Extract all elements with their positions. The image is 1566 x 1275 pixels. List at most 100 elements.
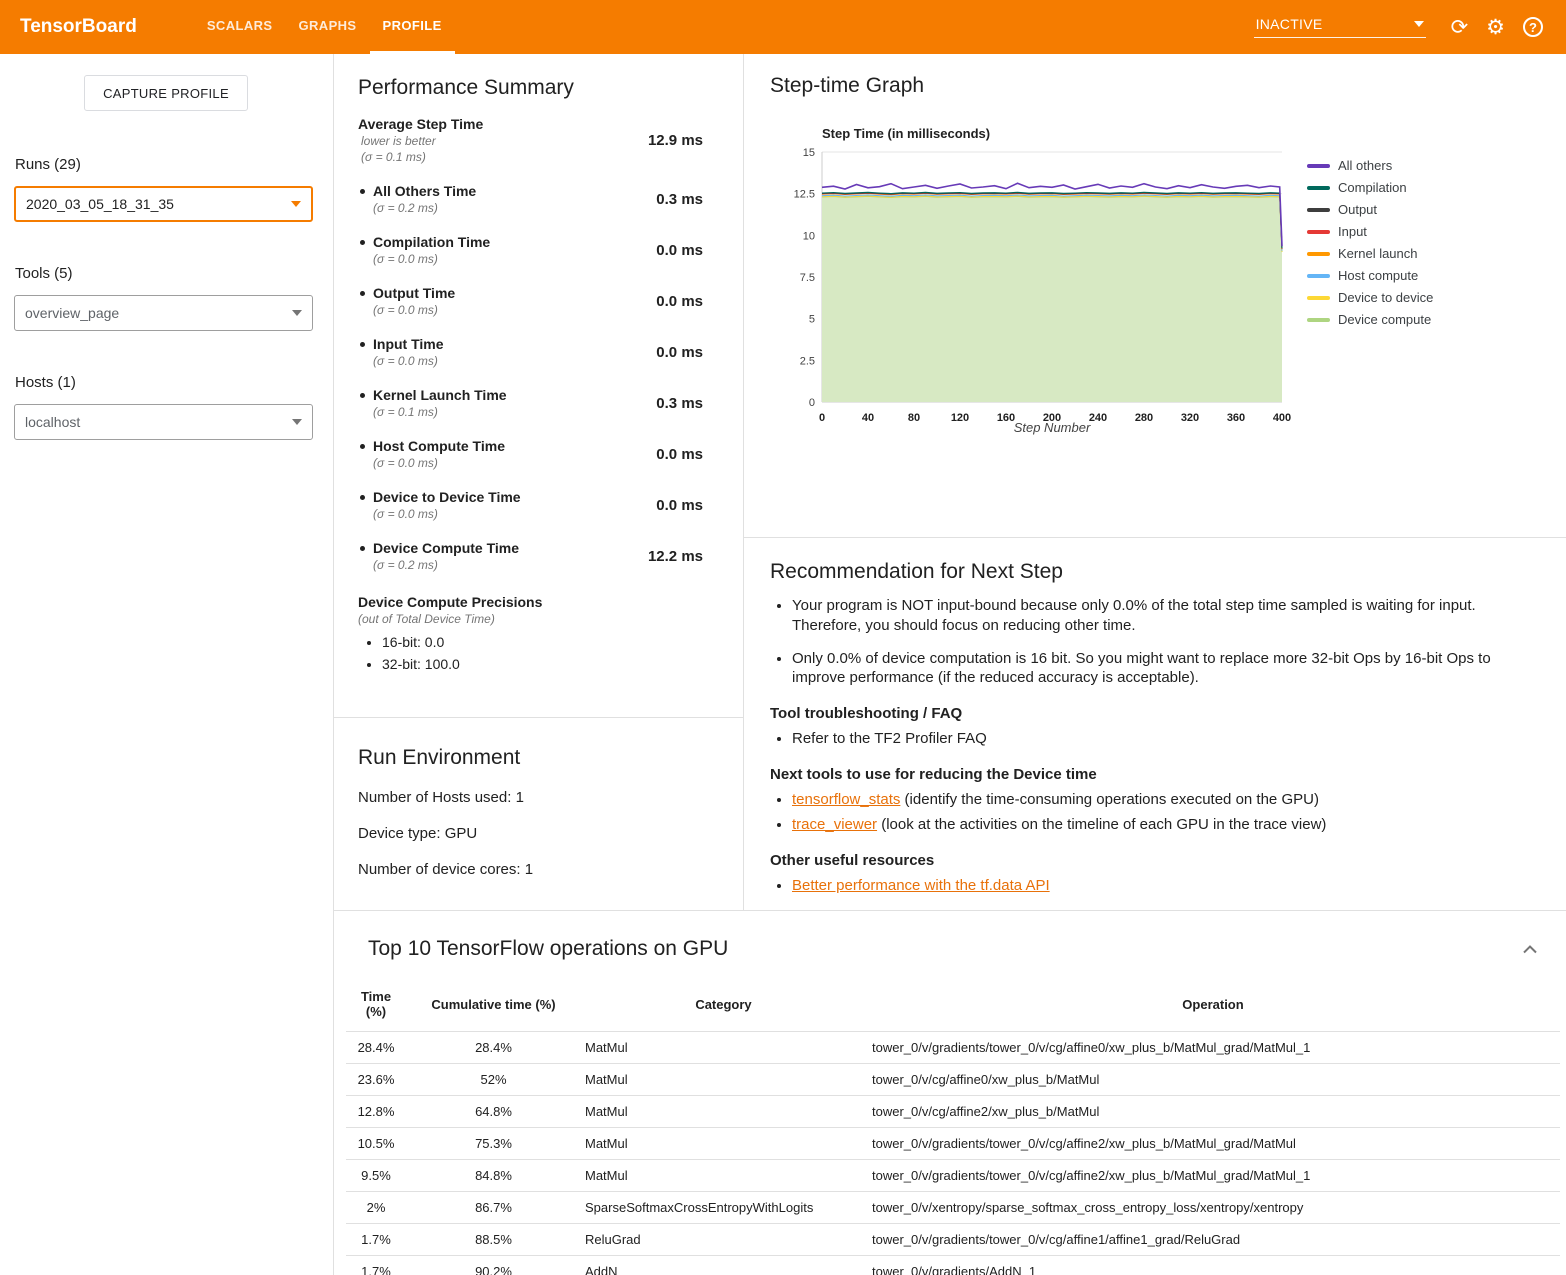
legend-item-all-others: All others xyxy=(1307,158,1433,173)
table-row: 28.4%28.4%MatMultower_0/v/gradients/towe… xyxy=(346,1032,1560,1064)
status-dropdown[interactable]: INACTIVE xyxy=(1254,16,1426,38)
metric-label: Device to Device Time xyxy=(358,489,521,505)
svg-text:320: 320 xyxy=(1181,412,1199,424)
metric-label: Host Compute Time xyxy=(358,438,505,454)
table-row: 10.5%75.3%MatMultower_0/v/gradients/towe… xyxy=(346,1128,1560,1160)
metric-value: 0.0 ms xyxy=(656,497,717,514)
precisions-label: Device Compute Precisions xyxy=(358,594,717,610)
collapse-icon[interactable] xyxy=(1522,945,1538,954)
metric-row: Output Time(σ = 0.0 ms)0.0 ms xyxy=(358,285,717,317)
table-row: 1.7%88.5%ReluGradtower_0/v/gradients/tow… xyxy=(346,1224,1560,1256)
ops-table: Time (%)Cumulative time (%)CategoryOpera… xyxy=(346,985,1560,1275)
legend-label: Output xyxy=(1338,202,1377,217)
recommendation-list: Your program is NOT input-bound because … xyxy=(770,596,1522,688)
legend-label: Compilation xyxy=(1338,180,1407,195)
metric-value: 0.3 ms xyxy=(656,395,717,412)
app-title: TensorBoard xyxy=(20,16,137,38)
svg-text:80: 80 xyxy=(908,412,920,424)
metric-label: Input Time xyxy=(358,336,444,352)
env-line: Number of Hosts used: 1 xyxy=(358,789,719,806)
legend-item-compilation: Compilation xyxy=(1307,180,1433,195)
step-time-graph-section: Step-time Graph 02.557.51012.51504080120… xyxy=(744,54,1566,538)
precisions-note: (out of Total Device Time) xyxy=(358,612,717,626)
tab-graphs[interactable]: GRAPHS xyxy=(285,0,369,54)
refresh-icon[interactable]: ⟳ xyxy=(1451,17,1469,38)
top-ops-section: Top 10 TensorFlow operations on GPU Time… xyxy=(334,910,1566,1275)
chart-legend: All others Compilation Output Input Kernel l… xyxy=(1307,158,1433,436)
metric-sigma: (σ = 0.0 ms) xyxy=(373,252,490,266)
bullet-icon xyxy=(360,444,365,449)
precision-item: 32-bit: 100.0 xyxy=(382,656,717,672)
legend-item-input: Input xyxy=(1307,224,1433,239)
legend-swatch xyxy=(1307,208,1330,212)
faq-item: Refer to the TF2 Profiler FAQ xyxy=(792,729,1522,749)
tools-select-value: overview_page xyxy=(25,305,119,321)
tool-item: trace_viewer (look at the activities on … xyxy=(792,815,1522,835)
chevron-down-icon xyxy=(291,201,301,207)
legend-item-host-compute: Host compute xyxy=(1307,268,1433,283)
svg-text:12.5: 12.5 xyxy=(794,189,815,201)
average-step-time-row: Average Step Time lower is better (σ = 0… xyxy=(358,116,717,164)
tab-profile[interactable]: PROFILE xyxy=(370,0,455,54)
legend-item-device-compute: Device compute xyxy=(1307,312,1433,327)
metric-sigma: (σ = 0.0 ms) xyxy=(373,354,444,368)
metric-value: 0.0 ms xyxy=(656,344,717,361)
svg-text:160: 160 xyxy=(997,412,1015,424)
legend-swatch xyxy=(1307,164,1330,168)
svg-text:280: 280 xyxy=(1135,412,1153,424)
chevron-down-icon xyxy=(292,419,302,425)
run-environment-title: Run Environment xyxy=(358,746,719,770)
tool-item: tensorflow_stats (identify the time-cons… xyxy=(792,790,1522,810)
status-dropdown-value: INACTIVE xyxy=(1256,16,1323,32)
legend-swatch xyxy=(1307,252,1330,256)
tool-item-description: (look at the activities on the timeline … xyxy=(877,816,1326,833)
tools-select[interactable]: overview_page xyxy=(14,295,313,331)
env-line: Number of device cores: 1 xyxy=(358,861,719,878)
help-icon[interactable]: ? xyxy=(1523,17,1543,37)
runs-select-value: 2020_03_05_18_31_35 xyxy=(26,196,174,212)
metric-label: Device Compute Time xyxy=(358,540,519,556)
legend-label: All others xyxy=(1338,158,1392,173)
legend-swatch xyxy=(1307,296,1330,300)
table-row: 2%86.7%SparseSoftmaxCrossEntropyWithLogi… xyxy=(346,1192,1560,1224)
svg-text:Step Time (in milliseconds): Step Time (in milliseconds) xyxy=(822,126,990,141)
tensorflow-stats-link[interactable]: tensorflow_stats xyxy=(792,791,900,808)
column-header: Time (%) xyxy=(346,985,406,1032)
recommendation-item: Only 0.0% of device computation is 16 bi… xyxy=(792,649,1522,689)
metric-sigma: (σ = 0.2 ms) xyxy=(373,201,476,215)
legend-swatch xyxy=(1307,274,1330,278)
metric-value: 12.2 ms xyxy=(648,548,717,565)
bullet-icon xyxy=(360,546,365,551)
metric-label: Output Time xyxy=(358,285,455,301)
metric-row: Kernel Launch Time(σ = 0.1 ms)0.3 ms xyxy=(358,387,717,419)
tool-item-description: (identify the time-consuming operations … xyxy=(900,791,1319,808)
legend-label: Input xyxy=(1338,224,1367,239)
svg-text:40: 40 xyxy=(862,412,874,424)
tfdata-performance-link[interactable]: Better performance with the tf.data API xyxy=(792,877,1050,894)
runs-select[interactable]: 2020_03_05_18_31_35 xyxy=(14,186,313,222)
run-environment-section: Run Environment Number of Hosts used: 1 … xyxy=(334,718,743,878)
legend-item-device-to-device: Device to device xyxy=(1307,290,1433,305)
svg-text:120: 120 xyxy=(951,412,969,424)
metric-value: 0.3 ms xyxy=(656,191,717,208)
hosts-select[interactable]: localhost xyxy=(14,404,313,440)
gear-icon[interactable]: ⚙ xyxy=(1486,17,1505,38)
chart-wrap: 02.557.51012.515040801201602002402803203… xyxy=(788,124,1566,436)
legend-swatch xyxy=(1307,318,1330,322)
env-line: Device type: GPU xyxy=(358,825,719,842)
step-time-chart: 02.557.51012.515040801201602002402803203… xyxy=(788,124,1293,436)
tab-scalars[interactable]: SCALARS xyxy=(194,0,286,54)
tools-label: Tools (5) xyxy=(15,265,333,282)
table-row: 9.5%84.8%MatMultower_0/v/gradients/tower… xyxy=(346,1160,1560,1192)
legend-label: Device to device xyxy=(1338,290,1433,305)
svg-text:0: 0 xyxy=(819,412,825,424)
bullet-icon xyxy=(360,189,365,194)
capture-profile-button[interactable]: CAPTURE PROFILE xyxy=(84,75,248,111)
metric-row: Device to Device Time(σ = 0.0 ms)0.0 ms xyxy=(358,489,717,521)
trace-viewer-link[interactable]: trace_viewer xyxy=(792,816,877,833)
svg-text:15: 15 xyxy=(803,147,815,159)
metric-row: All Others Time(σ = 0.2 ms)0.3 ms xyxy=(358,183,717,215)
legend-label: Kernel launch xyxy=(1338,246,1418,261)
step-time-graph-title: Step-time Graph xyxy=(770,74,1566,98)
runs-label: Runs (29) xyxy=(15,156,333,173)
